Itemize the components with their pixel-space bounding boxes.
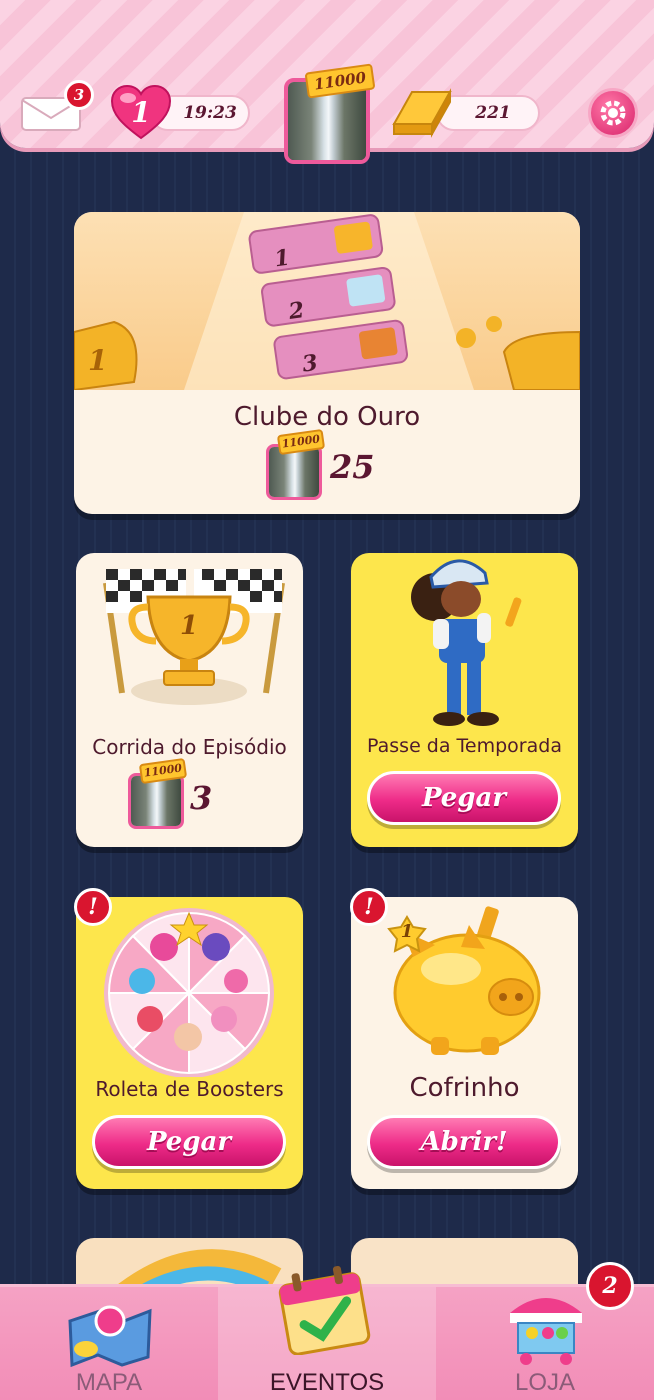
mail-badge: 3 bbox=[64, 80, 94, 110]
booster-wheel-get-button[interactable]: Pegar bbox=[92, 1115, 286, 1169]
piggy-bank-icon bbox=[387, 906, 541, 1055]
race-trophy-number: 1 bbox=[179, 611, 199, 641]
piggy-bank-alert: ! bbox=[350, 888, 388, 926]
episode-race-title: Corrida do Episódio bbox=[92, 735, 287, 759]
booster-wheel-alert: ! bbox=[74, 888, 112, 926]
gold-bars-button[interactable] bbox=[390, 84, 454, 138]
booster-wheel-card[interactable]: Roleta de Boosters Pegar bbox=[76, 897, 303, 1189]
season-pass-title: Passe da Temporada bbox=[367, 735, 562, 757]
nav-events-label: EVENTOS bbox=[269, 1369, 385, 1396]
lives-count: 1 bbox=[131, 96, 151, 129]
gold-club-banner: 1 2 3 1 bbox=[74, 212, 580, 392]
season-pass-card[interactable]: Passe da Temporada Pegar bbox=[351, 553, 578, 847]
mechanic-character-illustration bbox=[411, 559, 522, 726]
nav-events[interactable]: EVENTOS bbox=[218, 1265, 436, 1400]
gold-club-score: 25 bbox=[330, 448, 375, 486]
inbox-button[interactable]: 3 bbox=[20, 80, 94, 132]
gold-bar-icon bbox=[392, 88, 452, 138]
top-bar: 3 19:23 1 11000 221 bbox=[0, 0, 654, 164]
map-icon bbox=[68, 1305, 152, 1368]
booster-wheel-illustration bbox=[104, 908, 274, 1077]
lives-button[interactable]: 1 bbox=[110, 84, 172, 142]
bottom-nav: MAPA EVENTOS LOJA bbox=[0, 1265, 654, 1400]
shop-stall-icon bbox=[510, 1298, 582, 1365]
rank-2: 2 bbox=[287, 297, 306, 325]
piggy-bank-level: 1 bbox=[400, 921, 414, 942]
season-pass-get-button[interactable]: Pegar bbox=[367, 771, 561, 825]
piggy-bank-title: Cofrinho bbox=[409, 1073, 520, 1103]
episode-race-card[interactable]: 1 Corrida do Episódio 11000 3 bbox=[76, 553, 303, 847]
gear-icon bbox=[600, 100, 626, 126]
nav-map-label: MAPA bbox=[75, 1369, 143, 1396]
trophy-number: 1 bbox=[88, 344, 108, 377]
gold-club-card[interactable]: 1 2 3 1 Clube do Ouro 11000 25 bbox=[74, 212, 580, 514]
gold-club-title: Clube do Ouro bbox=[233, 402, 421, 432]
race-trophy-illustration bbox=[103, 569, 285, 705]
settings-button[interactable] bbox=[588, 88, 638, 138]
episode-race-score: 3 bbox=[190, 779, 213, 817]
nav-map[interactable]: MAPA bbox=[0, 1287, 218, 1400]
shop-badge: 2 bbox=[586, 1262, 634, 1310]
piggy-bank-open-button[interactable]: Abrir! bbox=[367, 1115, 561, 1169]
nav-shop-label: LOJA bbox=[514, 1369, 576, 1396]
booster-wheel-title: Roleta de Boosters bbox=[95, 1077, 284, 1101]
calendar-check-icon bbox=[278, 1265, 371, 1355]
piggy-bank-card[interactable]: 1 Cofrinho Abrir! bbox=[351, 897, 578, 1189]
rank-3: 3 bbox=[300, 349, 320, 378]
